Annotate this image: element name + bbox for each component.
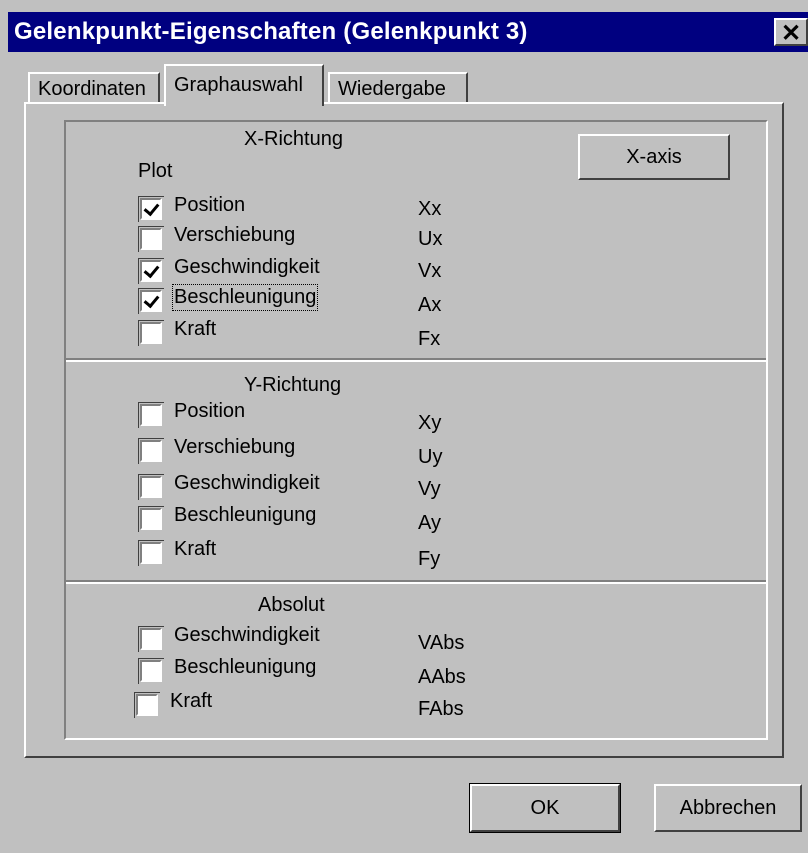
- tab-koordinaten[interactable]: Koordinaten: [28, 72, 160, 102]
- checkbox-label: Verschiebung: [174, 224, 296, 246]
- checkbox-label: Beschleunigung: [171, 284, 319, 311]
- ok-button-label: OK: [530, 797, 560, 819]
- series-code: FAbs: [418, 698, 464, 720]
- checkbox[interactable]: [138, 320, 164, 346]
- x-section-title: X-Richtung: [244, 128, 343, 150]
- checkbox[interactable]: [138, 402, 164, 428]
- series-code: Xx: [418, 198, 442, 220]
- series-code: Fy: [418, 548, 441, 570]
- series-code: Xy: [418, 412, 442, 434]
- plot-label: Plot: [138, 160, 173, 182]
- dialog-window: Gelenkpunkt-Eigenschaften (Gelenkpunkt 3…: [0, 0, 808, 853]
- series-code: Fx: [418, 328, 441, 350]
- x-axis-button-label: X-axis: [626, 146, 682, 168]
- tab-label: Koordinaten: [38, 78, 146, 100]
- section-divider: [66, 358, 766, 362]
- graph-selection-group: [64, 120, 768, 740]
- checkbox-label: Beschleunigung: [174, 656, 317, 678]
- checkbox[interactable]: [138, 258, 164, 284]
- x-axis-button[interactable]: X-axis: [578, 134, 730, 180]
- series-code: Ax: [418, 294, 442, 316]
- ok-button[interactable]: OK: [469, 783, 621, 833]
- checkbox-label: Kraft: [174, 318, 217, 340]
- checkbox-label: Geschwindigkeit: [174, 624, 320, 646]
- tab-label: Wiedergabe: [338, 78, 446, 100]
- close-button[interactable]: ✕: [774, 18, 808, 47]
- checkbox[interactable]: [138, 506, 164, 532]
- tab-label: Graphauswahl: [174, 74, 303, 96]
- checkbox[interactable]: [138, 196, 164, 222]
- checkbox[interactable]: [138, 288, 164, 314]
- section-divider: [66, 580, 766, 584]
- checkbox[interactable]: [138, 438, 164, 464]
- checkbox[interactable]: [138, 226, 164, 252]
- y-section-title: Y-Richtung: [244, 374, 342, 396]
- series-code: Ay: [418, 512, 441, 534]
- checkbox-label: Verschiebung: [174, 436, 296, 458]
- series-code: Uy: [418, 446, 443, 468]
- series-code: Ux: [418, 228, 443, 250]
- series-code: Vy: [418, 478, 441, 500]
- checkbox-label: Kraft: [174, 538, 217, 560]
- tab-wiedergabe[interactable]: Wiedergabe: [328, 72, 468, 102]
- checkbox[interactable]: [134, 692, 160, 718]
- cancel-button[interactable]: Abbrechen: [654, 784, 802, 832]
- checkbox-label: Kraft: [170, 690, 213, 712]
- checkbox-label: Beschleunigung: [174, 504, 317, 526]
- series-code: VAbs: [418, 632, 465, 654]
- checkbox[interactable]: [138, 626, 164, 652]
- series-code: Vx: [418, 260, 442, 282]
- checkbox[interactable]: [138, 540, 164, 566]
- checkbox-label: Position: [174, 400, 246, 422]
- title-bar: Gelenkpunkt-Eigenschaften (Gelenkpunkt 3…: [8, 12, 808, 52]
- checkbox-label: Geschwindigkeit: [174, 256, 320, 278]
- checkbox[interactable]: [138, 474, 164, 500]
- checkbox-label: Geschwindigkeit: [174, 472, 320, 494]
- series-code: AAbs: [418, 666, 466, 688]
- checkbox-label: Position: [174, 194, 246, 216]
- window-title: Gelenkpunkt-Eigenschaften (Gelenkpunkt 3…: [14, 18, 528, 45]
- cancel-button-label: Abbrechen: [679, 797, 777, 819]
- abs-section-title: Absolut: [258, 594, 325, 616]
- checkbox[interactable]: [138, 658, 164, 684]
- tab-graphauswahl[interactable]: Graphauswahl: [164, 64, 324, 106]
- close-icon: ✕: [780, 20, 802, 47]
